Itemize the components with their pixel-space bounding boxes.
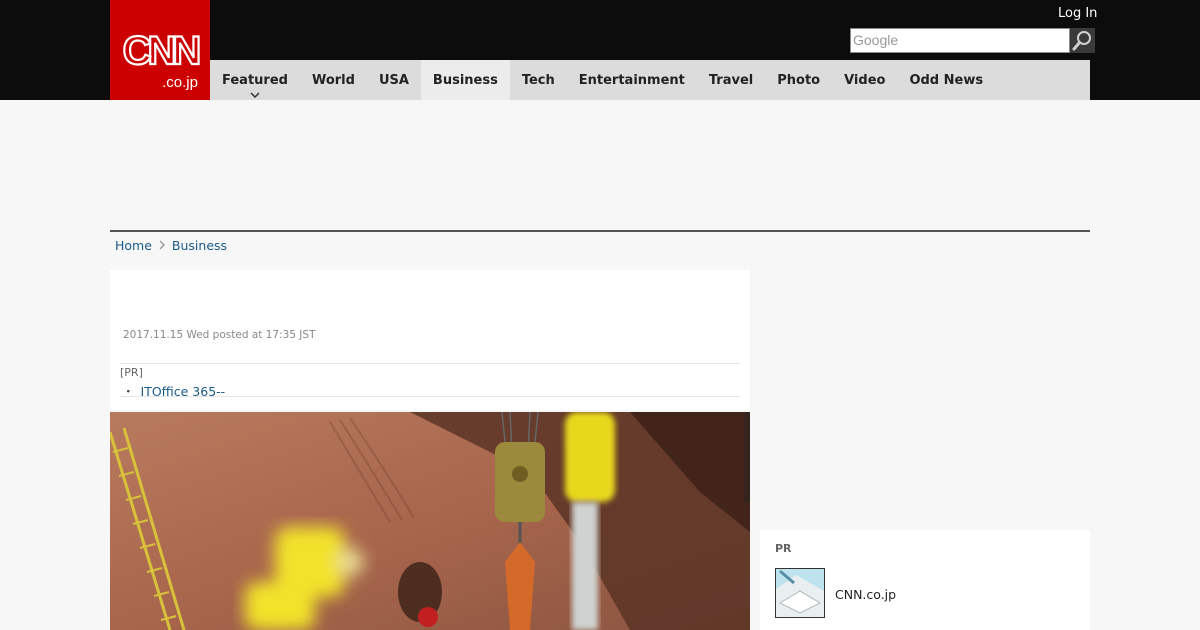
pr-tag: [PR]	[120, 366, 143, 379]
pr-block: [PR] ・ ITOffice 365--	[120, 363, 740, 400]
nav-item-world[interactable]: World	[300, 60, 367, 100]
envelope-icon	[776, 569, 824, 617]
nav-item-business[interactable]: Business	[420, 60, 510, 100]
breadcrumb-business-link[interactable]: Business	[172, 238, 227, 253]
sidebar-link[interactable]: CNN.co.jp	[835, 587, 896, 602]
nav-item-video[interactable]: Video	[832, 60, 897, 100]
sidebar-pr-card: PR CNN.co.jp	[760, 530, 1090, 630]
nav-item-odd-news[interactable]: Odd News	[897, 60, 995, 100]
nav-item-featured[interactable]: Featured	[210, 60, 300, 100]
nav-item-usa[interactable]: USA	[367, 60, 421, 100]
breadcrumb-home-link[interactable]: Home	[115, 238, 152, 253]
sidebar-thumbnail[interactable]	[775, 568, 825, 618]
main-nav: Featured World USA Business Tech Enterta…	[210, 60, 1090, 100]
bullet-icon: ・	[122, 384, 135, 399]
svg-text:CNN: CNN	[123, 29, 200, 73]
chevron-right-icon	[159, 238, 165, 253]
article-photo	[110, 412, 750, 630]
svg-text:.co.jp: .co.jp	[162, 74, 198, 91]
search-input[interactable]: Google	[850, 28, 1070, 53]
search-button[interactable]	[1070, 28, 1095, 53]
pr-list-item: ・ ITOffice 365--	[122, 381, 225, 400]
chevron-down-icon	[250, 92, 260, 98]
posted-timestamp: 2017.11.15 Wed posted at 17:35 JST	[123, 329, 316, 341]
magnifier-icon	[1072, 31, 1091, 51]
pr-link[interactable]: ITOffice 365--	[141, 384, 226, 399]
cnn-logo[interactable]: CNN .co.jp	[110, 0, 210, 100]
breadcrumb: Home Business	[115, 238, 227, 253]
article-header-card: 2017.11.15 Wed posted at 17:35 JST [PR] …	[110, 270, 750, 410]
nav-item-tech[interactable]: Tech	[510, 60, 567, 100]
nav-item-travel[interactable]: Travel	[697, 60, 765, 100]
section-divider	[110, 230, 1090, 232]
sidebar-pr-label: PR	[775, 542, 792, 555]
nav-item-photo[interactable]: Photo	[765, 60, 832, 100]
nav-item-entertainment[interactable]: Entertainment	[567, 60, 697, 100]
login-link[interactable]: Log In	[1058, 6, 1097, 21]
